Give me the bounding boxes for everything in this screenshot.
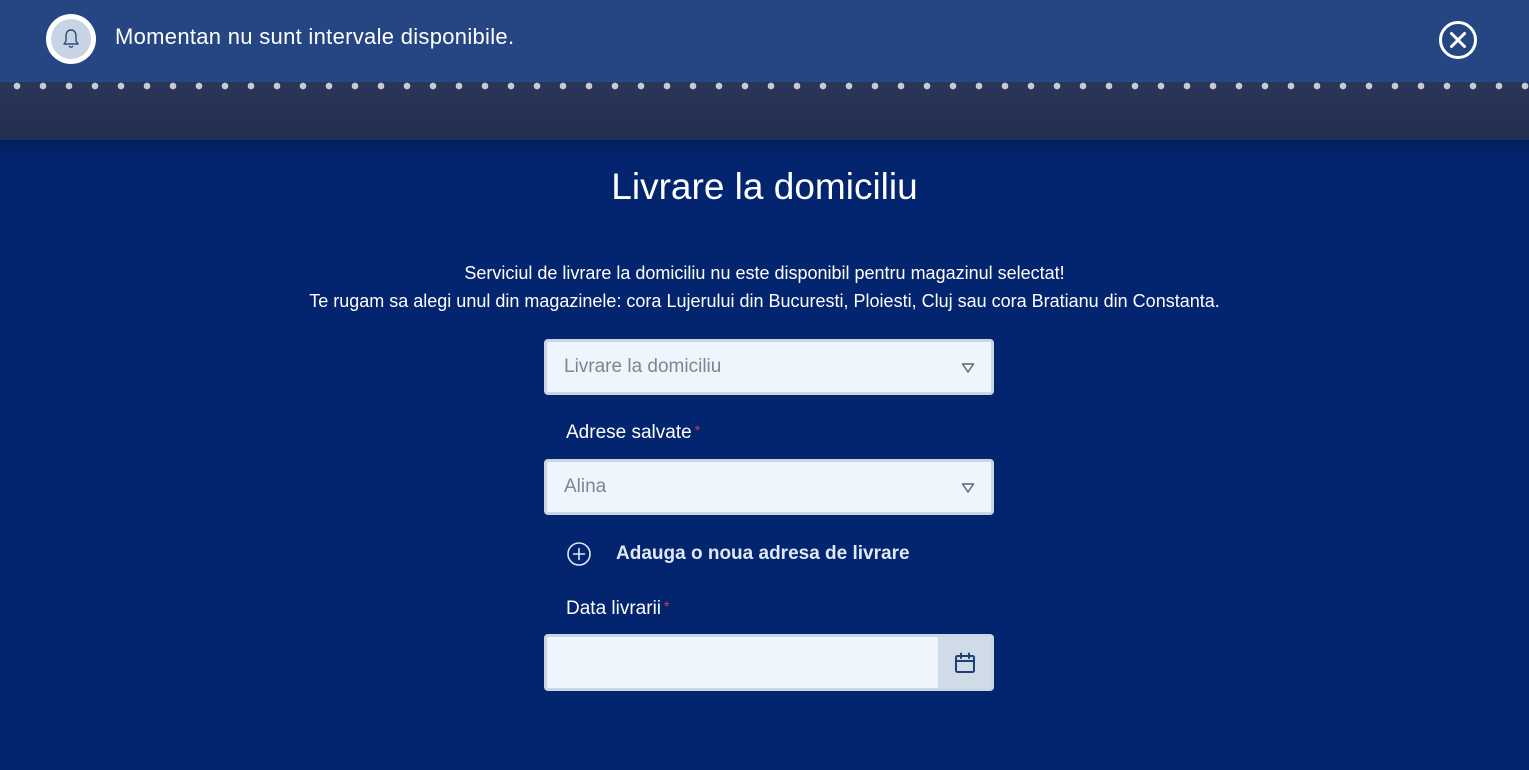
dotted-divider bbox=[0, 82, 1529, 90]
saved-addresses-label-text: Adrese salvate bbox=[566, 422, 692, 443]
close-icon[interactable] bbox=[1438, 20, 1478, 60]
info-line-2: Te rugam sa alegi unul din magazinele: c… bbox=[309, 291, 1220, 311]
chevron-down-icon bbox=[961, 363, 975, 373]
calendar-button[interactable] bbox=[938, 637, 991, 688]
add-address-link[interactable]: Adauga o noua adresa de livrare bbox=[566, 540, 910, 568]
calendar-icon bbox=[954, 652, 975, 673]
saved-addresses-select[interactable]: Alina bbox=[544, 459, 994, 515]
info-line-1: Serviciul de livrare la domiciliu nu est… bbox=[464, 263, 1065, 283]
required-marker: * bbox=[664, 598, 670, 614]
notification-message: Momentan nu sunt intervale disponibile. bbox=[115, 24, 515, 49]
delivery-type-value: Livrare la domiciliu bbox=[564, 356, 722, 377]
add-address-label: Adauga o noua adresa de livrare bbox=[616, 543, 910, 564]
delivery-date-field bbox=[544, 634, 994, 691]
header-shadow bbox=[0, 140, 1529, 162]
required-marker: * bbox=[694, 422, 701, 438]
delivery-date-label-text: Data livrarii bbox=[566, 598, 662, 619]
bell-icon bbox=[46, 14, 96, 64]
header-band bbox=[0, 82, 1529, 140]
chevron-down-icon bbox=[961, 483, 975, 493]
saved-address-value: Alina bbox=[564, 476, 607, 497]
delivery-date-label: Data livrarii * bbox=[566, 598, 669, 620]
plus-circle-icon bbox=[567, 542, 591, 566]
saved-addresses-label: Adrese salvate * bbox=[566, 422, 700, 444]
availability-info: Serviciul de livrare la domiciliu nu est… bbox=[0, 259, 1529, 315]
page-title: Livrare la domiciliu bbox=[611, 166, 918, 207]
notification-banner: Momentan nu sunt intervale disponibile. bbox=[0, 0, 1529, 82]
delivery-type-select[interactable]: Livrare la domiciliu bbox=[544, 339, 994, 395]
delivery-date-input[interactable] bbox=[547, 637, 938, 688]
